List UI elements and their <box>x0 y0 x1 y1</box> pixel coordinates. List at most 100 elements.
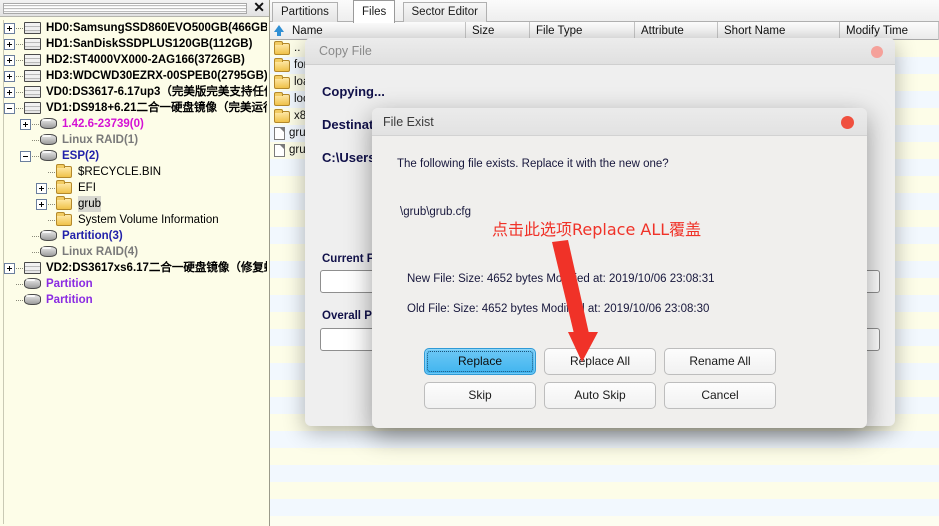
tree-item[interactable]: 1.42.6-23739(0) <box>4 116 267 132</box>
tree-item-label: HD0:SamsungSSD860EVO500GB(466GB) <box>46 22 267 34</box>
replace-all-button[interactable]: Replace All <box>544 348 656 375</box>
file-name-cell: .. <box>274 40 300 57</box>
tree-item[interactable]: Partition <box>4 276 267 292</box>
device-tree[interactable]: HD0:SamsungSSD860EVO500GB(466GB) HD1:SanD… <box>3 20 267 524</box>
tree-item-label: Linux RAID(1) <box>62 134 139 146</box>
collapse-icon[interactable] <box>4 102 15 114</box>
tree-item[interactable]: HD3:WDCWD30EZRX-00SPEB0(2795GB) <box>4 68 267 84</box>
file-exist-path: \grub\grub.cfg <box>400 206 471 218</box>
tree-item-label: $RECYCLE.BIN <box>78 166 162 178</box>
tree-item-label: HD3:WDCWD30EZRX-00SPEB0(2795GB) <box>46 70 267 82</box>
rename-all-button[interactable]: Rename All <box>664 348 776 375</box>
close-icon[interactable] <box>871 46 883 58</box>
tree-connector <box>32 235 39 237</box>
expand-icon[interactable] <box>4 70 15 82</box>
file-name-label: gru <box>289 144 306 156</box>
tree-item-label: 1.42.6-23739(0) <box>62 118 144 130</box>
disk-icon <box>24 69 42 83</box>
disk-icon <box>24 21 42 35</box>
tree-item-label: Partition <box>46 278 93 290</box>
copy-status-text: Copying... <box>322 84 385 99</box>
tree-item[interactable]: System Volume Information <box>4 211 267 228</box>
table-row[interactable] <box>270 499 939 516</box>
folder-icon <box>56 163 74 179</box>
partition-icon <box>40 245 58 259</box>
tree-item[interactable]: Partition(3) <box>4 228 267 244</box>
disk-icon <box>24 101 42 115</box>
tree-connector <box>48 171 55 173</box>
expand-icon[interactable] <box>36 198 47 210</box>
expand-icon[interactable] <box>4 54 15 66</box>
replace-button[interactable]: Replace <box>424 348 536 375</box>
expand-icon[interactable] <box>20 118 31 130</box>
folder-icon <box>56 195 74 211</box>
tree-connector <box>16 59 23 61</box>
tree-item[interactable]: VD2:DS3617xs6.17二合一硬盘镜像（修复蜗 <box>4 260 267 276</box>
file-name-cell: gru <box>274 125 306 142</box>
tree-item[interactable]: ESP(2) <box>4 148 267 164</box>
folder-icon <box>274 108 290 123</box>
tree-item[interactable]: HD2:ST4000VX000-2AG166(3726GB) <box>4 52 267 68</box>
partition-icon <box>40 229 58 243</box>
tab-sector-editor[interactable]: Sector Editor <box>402 2 487 22</box>
tree-item-label: ESP(2) <box>62 150 100 162</box>
partition-icon <box>40 117 58 131</box>
close-icon[interactable]: ✕ <box>253 0 265 16</box>
tree-connector <box>16 43 23 45</box>
expand-icon[interactable] <box>4 262 15 274</box>
tree-item[interactable]: $RECYCLE.BIN <box>4 163 267 180</box>
tree-item[interactable]: Partition <box>4 292 267 308</box>
folder-icon <box>274 57 290 72</box>
expand-icon[interactable] <box>4 38 15 50</box>
folder-icon <box>274 74 290 89</box>
tree-item-label: Partition(3) <box>62 230 123 242</box>
table-row[interactable] <box>270 482 939 499</box>
tree-item[interactable]: Linux RAID(1) <box>4 132 267 148</box>
skip-button[interactable]: Skip <box>424 382 536 409</box>
copy-file-title: Copy File <box>319 44 372 58</box>
table-row[interactable] <box>270 431 939 448</box>
tree-panel-drag-grip[interactable] <box>3 3 247 14</box>
tree-connector <box>32 139 39 141</box>
collapse-icon[interactable] <box>20 150 31 162</box>
tree-item[interactable]: VD1:DS918+6.21二合一硬盘镜像（完美运行， <box>4 100 267 116</box>
tab-files[interactable]: Files <box>353 0 396 23</box>
annotation-text: 点击此选项Replace ALL覆盖 <box>492 220 702 239</box>
cancel-button[interactable]: Cancel <box>664 382 776 409</box>
tree-item[interactable]: grub <box>4 195 267 212</box>
tree-item-label: VD1:DS918+6.21二合一硬盘镜像（完美运行， <box>46 102 267 114</box>
tree-item[interactable]: VD0:DS3617-6.17up3（完美版完美支持任何 <box>4 84 267 100</box>
expand-icon[interactable] <box>36 182 47 194</box>
tree-item-label: EFI <box>78 182 96 194</box>
expand-icon[interactable] <box>4 22 15 34</box>
disk-icon <box>24 261 42 275</box>
close-icon[interactable] <box>841 116 854 129</box>
tree-item[interactable]: EFI <box>4 179 267 196</box>
tree-connector <box>32 155 39 157</box>
tree-item[interactable]: Linux RAID(4) <box>4 244 267 260</box>
expand-icon[interactable] <box>4 86 15 98</box>
tree-item-label: HD2:ST4000VX000-2AG166(3726GB) <box>46 54 245 66</box>
tree-item[interactable]: HD1:SanDiskSSDPLUS120GB(112GB) <box>4 36 267 52</box>
auto-skip-button[interactable]: Auto Skip <box>544 382 656 409</box>
disk-icon <box>24 53 42 67</box>
tree-item-label: VD2:DS3617xs6.17二合一硬盘镜像（修复蜗 <box>46 262 267 274</box>
tab-partitions[interactable]: Partitions <box>272 2 338 22</box>
tree-connector <box>16 107 23 109</box>
tree-connector <box>16 75 23 77</box>
file-name-cell: loc <box>274 91 309 108</box>
tree-item-label: Partition <box>46 294 93 306</box>
screen-root: ✕ HD0:SamsungSSD860EVO500GB(466GB) HD1:Sa… <box>0 0 939 526</box>
file-icon <box>274 127 285 140</box>
table-row[interactable] <box>270 448 939 465</box>
tree-item-label: grub <box>78 196 102 212</box>
table-row[interactable] <box>270 465 939 482</box>
tree-item[interactable]: HD0:SamsungSSD860EVO500GB(466GB) <box>4 20 267 36</box>
folder-icon <box>56 179 74 195</box>
